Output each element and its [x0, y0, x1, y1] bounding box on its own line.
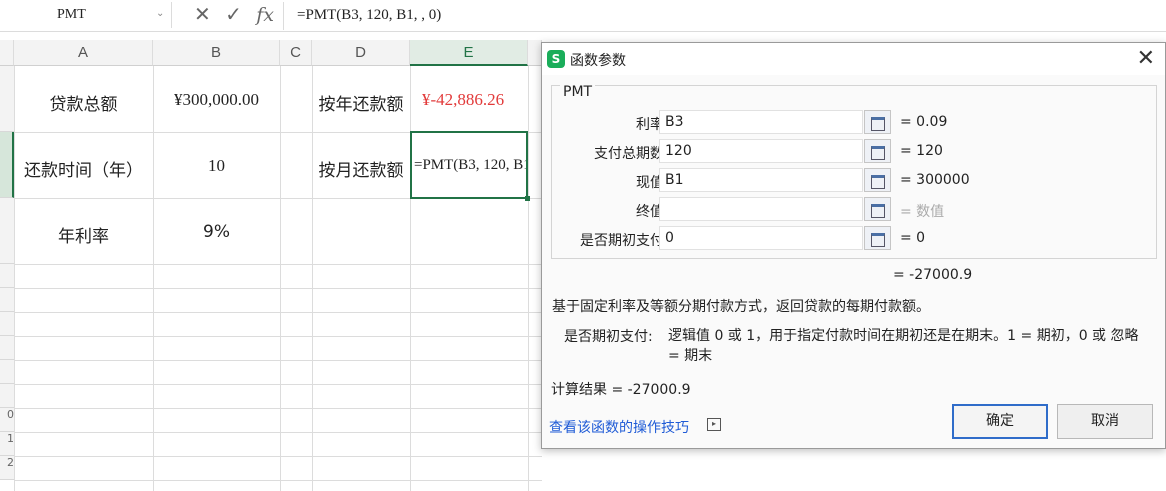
arg-label: 是否期初支付	[580, 233, 664, 249]
formula-input[interactable]: =PMT(B3, 120, B1, , 0)	[283, 2, 1166, 30]
cell-b2[interactable]: 10	[153, 156, 280, 176]
name-box[interactable]: PMT ⌄	[0, 2, 172, 28]
close-icon[interactable]: ✕	[194, 2, 211, 26]
cell-b3[interactable]: 9%	[153, 222, 280, 242]
column-header-d[interactable]: D	[312, 40, 410, 66]
arg-row-nper: 支付总期数 120 = 120	[552, 139, 1158, 165]
ok-button[interactable]: 确定	[952, 404, 1048, 439]
row-number: 2	[7, 456, 14, 469]
cell-d1[interactable]: 按年还款额	[312, 90, 410, 115]
arg-result: = 300000	[900, 172, 970, 188]
cell-d2[interactable]: 按月还款额	[312, 156, 410, 181]
nper-input[interactable]: 120	[659, 139, 863, 163]
help-video-icon[interactable]: ▸	[707, 418, 721, 431]
formula-bar: PMT ⌄ ✕ ✓ fx =PMT(B3, 120, B1, , 0)	[0, 0, 1166, 32]
arg-row-type: 是否期初支付 0 = 0	[552, 226, 1158, 252]
fv-input[interactable]	[659, 197, 863, 221]
function-description: 基于固定利率及等额分期付款方式，返回贷款的每期付款额。	[552, 299, 930, 315]
arg-result: = 0.09	[900, 114, 948, 130]
column-header-c[interactable]: C	[280, 40, 312, 66]
row-header-1[interactable]	[0, 66, 14, 132]
cell-e1[interactable]: ¥-42,886.26	[410, 90, 528, 110]
grid-line	[14, 408, 542, 409]
column-header-e[interactable]: E	[410, 40, 528, 66]
column-header-b[interactable]: B	[153, 40, 280, 66]
close-icon[interactable]: ✕	[1137, 46, 1155, 71]
grid-line	[528, 66, 529, 491]
help-link[interactable]: 查看该函数的操作技巧	[549, 417, 689, 437]
grid-line	[14, 384, 542, 385]
arg-result: = 0	[900, 230, 926, 246]
type-input[interactable]: 0	[659, 226, 863, 250]
grid-line	[14, 456, 542, 457]
dialog-title: 函数参数	[570, 53, 626, 69]
formula-text: =PMT(B3, 120, B1, , 0)	[297, 7, 442, 23]
name-box-value: PMT	[57, 7, 86, 22]
grid-line	[14, 360, 542, 361]
row-header-10[interactable]: 0	[0, 408, 14, 432]
function-name: PMT	[560, 84, 596, 100]
range-picker-icon[interactable]	[864, 226, 891, 250]
argument-group: PMT 利率 B3 = 0.09 支付总期数 120 = 120 现值 B1 =…	[551, 84, 1158, 259]
arg-result: = 数值	[900, 204, 945, 220]
grid-line	[410, 66, 411, 491]
grid-line	[14, 288, 542, 289]
app-logo-icon: S	[547, 50, 565, 68]
range-picker-icon[interactable]	[864, 197, 891, 221]
column-header-f[interactable]	[528, 40, 542, 66]
row-header-4[interactable]	[0, 264, 14, 288]
function-arguments-dialog: S 函数参数 ✕ PMT 利率 B3 = 0.09 支付总期数 120 = 12…	[541, 42, 1166, 449]
checkmark-icon[interactable]: ✓	[225, 2, 242, 26]
row-header-2[interactable]	[0, 132, 14, 198]
row-header-8[interactable]	[0, 360, 14, 384]
grid-line	[14, 66, 15, 491]
formula-result: = -27000.9	[893, 267, 973, 283]
cell-a3[interactable]: 年利率	[14, 222, 153, 247]
grid-line	[153, 66, 154, 491]
grid-line	[14, 264, 542, 265]
row-header-9[interactable]	[0, 384, 14, 408]
cell-a1[interactable]: 贷款总额	[14, 90, 153, 115]
param-description: 逻辑值 0 或 1，用于指定付款时间在期初还是在期末。1 = 期初，0 或 忽略…	[668, 328, 1139, 364]
range-picker-icon[interactable]	[864, 110, 891, 134]
active-cell-outline	[410, 131, 530, 201]
row-header-3[interactable]	[0, 198, 14, 264]
grid-line	[312, 66, 313, 491]
range-picker-icon[interactable]	[864, 139, 891, 163]
pv-input[interactable]: B1	[659, 168, 863, 192]
row-header-7[interactable]	[0, 336, 14, 360]
cell-a2[interactable]: 还款时间（年）	[14, 156, 153, 181]
formula-actions: ✕ ✓ fx	[194, 2, 282, 26]
grid-line	[14, 432, 542, 433]
row-number: 1	[7, 432, 14, 445]
arg-row-pv: 现值 B1 = 300000	[552, 168, 1158, 194]
select-all-corner[interactable]	[0, 40, 14, 66]
row-header-11[interactable]: 1	[0, 432, 14, 456]
calc-result: 计算结果 = -27000.9	[551, 382, 691, 398]
cell-b1[interactable]: ¥300,000.00	[153, 90, 280, 110]
chevron-down-icon[interactable]: ⌄	[156, 8, 164, 19]
cancel-button[interactable]: 取消	[1057, 404, 1153, 439]
grid-line	[14, 312, 542, 313]
grid-line	[14, 480, 542, 481]
arg-row-rate: 利率 B3 = 0.09	[552, 110, 1158, 136]
arg-row-fv: 终值 = 数值	[552, 197, 1158, 223]
arg-result: = 120	[900, 143, 943, 159]
range-picker-icon[interactable]	[864, 168, 891, 192]
arg-label: 支付总期数	[594, 146, 664, 162]
row-header-12[interactable]: 2	[0, 456, 14, 480]
grid-line	[14, 336, 542, 337]
dialog-title-bar[interactable]: S 函数参数 ✕	[542, 43, 1165, 75]
param-label: 是否期初支付:	[564, 329, 653, 345]
row-number: 0	[7, 408, 14, 421]
column-header-a[interactable]: A	[14, 40, 153, 66]
fx-icon[interactable]: fx	[256, 4, 274, 26]
row-header-6[interactable]	[0, 312, 14, 336]
grid-line	[280, 66, 281, 491]
rate-input[interactable]: B3	[659, 110, 863, 134]
row-header-5[interactable]	[0, 288, 14, 312]
